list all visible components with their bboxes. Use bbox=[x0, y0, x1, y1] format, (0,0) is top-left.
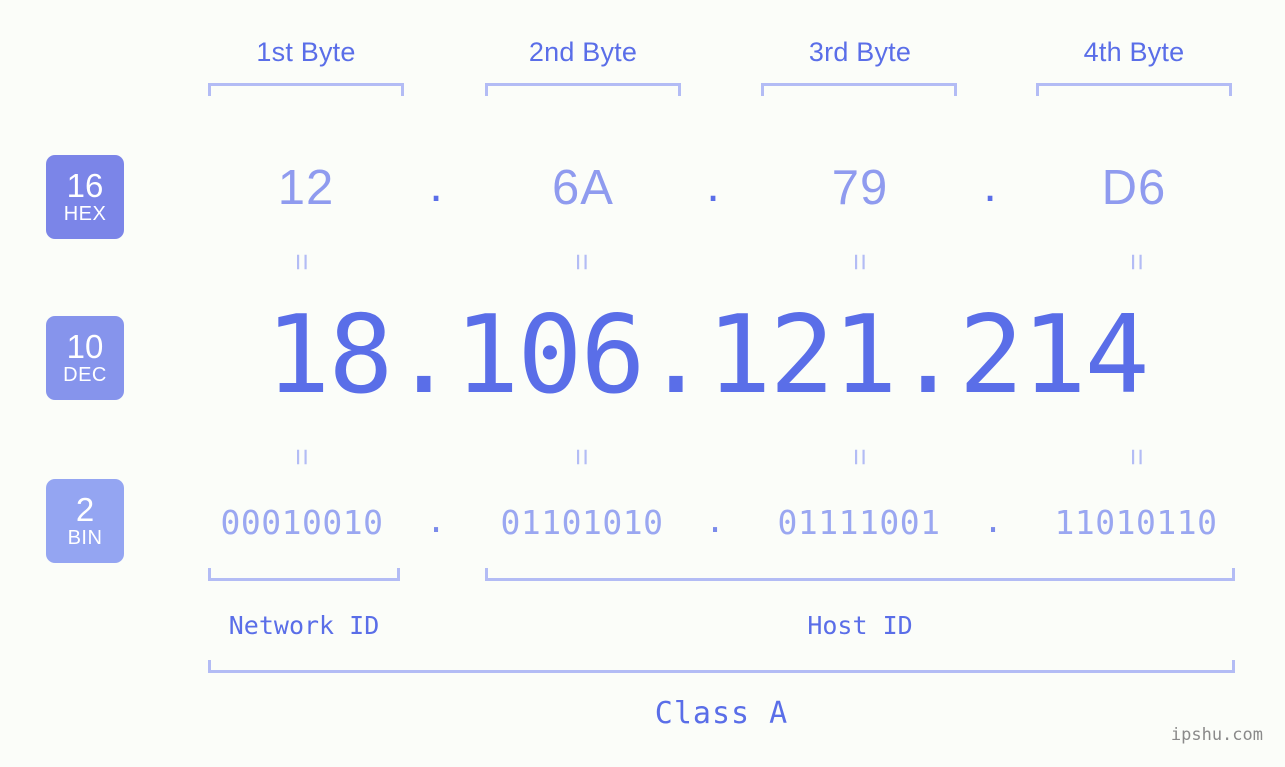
binary-octet-1: 00010010 bbox=[220, 503, 384, 542]
host-id-bracket bbox=[485, 568, 1235, 581]
radix-badge-hex[interactable]: 16 HEX bbox=[46, 155, 124, 239]
equals-mark-dec-bin-2: = bbox=[565, 448, 598, 466]
binary-octet-4: 11010110 bbox=[1054, 503, 1218, 542]
equals-mark-hex-dec-2: = bbox=[565, 253, 598, 271]
byte-header-2: 2nd Byte bbox=[528, 37, 638, 67]
radix-badge-bin[interactable]: 2 BIN bbox=[46, 479, 124, 563]
radix-badge-bin-number: 2 bbox=[75, 491, 95, 528]
byte-header-1: 1st Byte bbox=[256, 37, 356, 67]
binary-separator-2: . bbox=[705, 501, 725, 540]
class-label: Class A bbox=[654, 696, 789, 731]
byte-header-4: 4th Byte bbox=[1083, 37, 1185, 67]
hex-octet-2: 6A bbox=[552, 161, 614, 215]
binary-octet-3: 01111001 bbox=[777, 503, 941, 542]
byte-bracket-2 bbox=[485, 83, 681, 96]
equals-mark-dec-bin-3: = bbox=[843, 448, 876, 466]
decimal-address-value: 18.106.121.214 bbox=[265, 293, 1149, 418]
binary-separator-3: . bbox=[983, 501, 1003, 540]
site-watermark: ipshu.com bbox=[1170, 725, 1263, 745]
byte-header-3: 3rd Byte bbox=[808, 37, 912, 67]
byte-bracket-1 bbox=[208, 83, 404, 96]
radix-badge-bin-label: BIN bbox=[67, 527, 103, 549]
network-id-label: Network ID bbox=[228, 611, 380, 640]
hex-octet-3: 79 bbox=[831, 161, 889, 215]
radix-badge-hex-number: 16 bbox=[66, 167, 104, 204]
hex-separator-2: . bbox=[706, 158, 720, 212]
hex-octet-4: D6 bbox=[1101, 161, 1167, 215]
host-id-label: Host ID bbox=[807, 611, 913, 640]
hex-separator-1: . bbox=[429, 158, 443, 212]
equals-mark-hex-dec-4: = bbox=[1120, 253, 1153, 271]
equals-mark-hex-dec-1: = bbox=[285, 253, 318, 271]
decimal-row: 18.106.121.214 bbox=[0, 295, 1285, 417]
binary-separator-1: . bbox=[426, 501, 446, 540]
byte-bracket-3 bbox=[761, 83, 957, 96]
network-id-bracket bbox=[208, 568, 400, 581]
equals-mark-dec-bin-4: = bbox=[1120, 448, 1153, 466]
equals-mark-dec-bin-1: = bbox=[285, 448, 318, 466]
hex-separator-3: . bbox=[983, 158, 997, 212]
radix-badge-hex-label: HEX bbox=[63, 203, 107, 225]
binary-octet-2: 01101010 bbox=[500, 503, 664, 542]
equals-mark-hex-dec-3: = bbox=[843, 253, 876, 271]
byte-bracket-4 bbox=[1036, 83, 1232, 96]
hex-octet-1: 12 bbox=[277, 161, 335, 215]
class-bracket bbox=[208, 660, 1235, 673]
ip-breakdown-diagram: 1st Byte 2nd Byte 3rd Byte 4th Byte 16 H… bbox=[0, 0, 1285, 767]
